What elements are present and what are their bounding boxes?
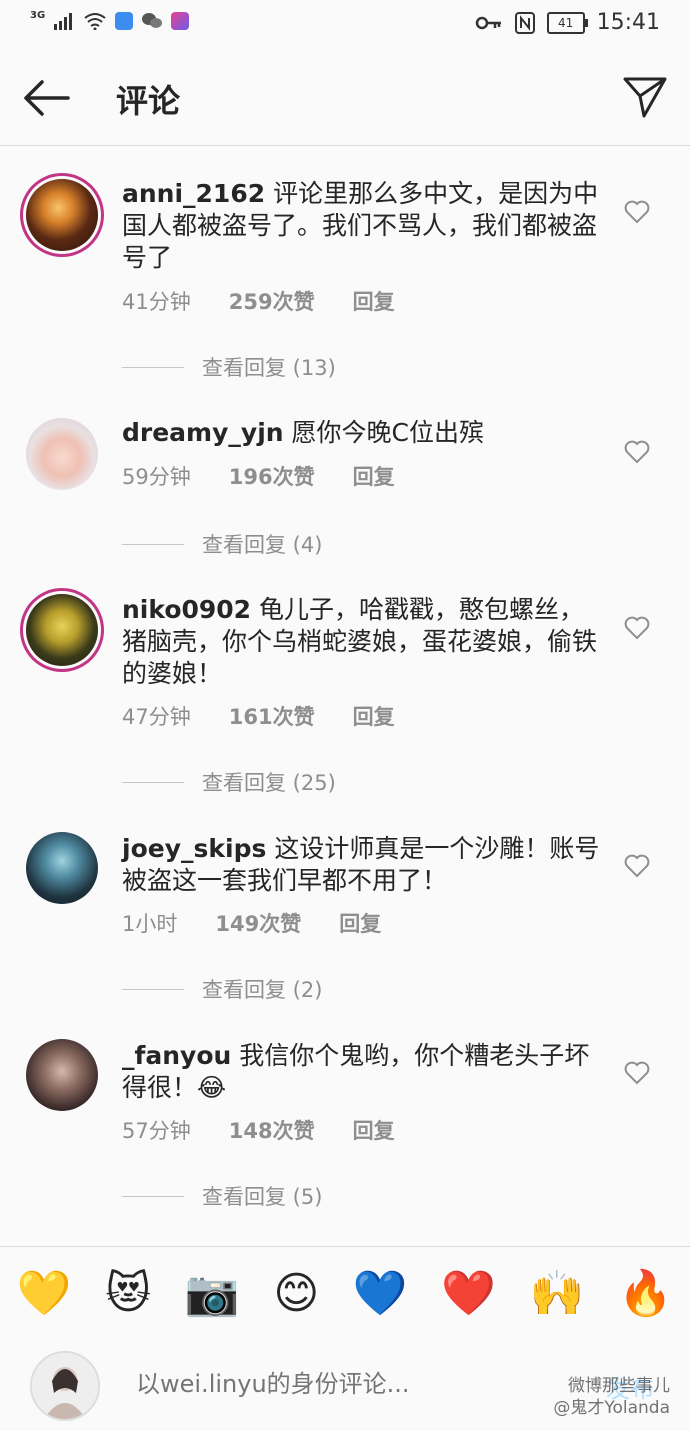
- divider-line: [122, 781, 184, 783]
- comment-likes[interactable]: 196次赞: [229, 461, 315, 491]
- divider-line: [122, 988, 184, 990]
- battery-level: 41: [557, 15, 574, 30]
- view-replies-label: 查看回复 (25): [202, 771, 336, 795]
- comment-body: _fanyou 我信你个鬼哟，你个糟老头子坏得很！😂: [122, 1040, 602, 1104]
- reply-button[interactable]: 回复: [353, 286, 395, 316]
- comment-likes[interactable]: 149次赞: [215, 908, 301, 938]
- clock: 15:41: [596, 10, 660, 35]
- network-type: 3G: [30, 9, 46, 21]
- reply-button[interactable]: 回复: [339, 908, 381, 938]
- smiling-face-emoji-icon[interactable]: 😊: [273, 1268, 319, 1319]
- comment-time: 57分钟: [122, 1119, 191, 1143]
- watermark-line-1: 微博那些事儿: [568, 1376, 670, 1396]
- like-heart-icon[interactable]: [624, 440, 650, 464]
- comment-time: 47分钟: [122, 705, 191, 729]
- avatar[interactable]: [26, 1039, 98, 1111]
- comment-body: joey_skips 这设计师真是一个沙雕！账号被盗这一套我们早都不用了！: [122, 833, 602, 897]
- comment-likes[interactable]: 161次赞: [229, 701, 315, 731]
- my-avatar: [30, 1351, 100, 1421]
- back-button[interactable]: [22, 78, 70, 118]
- view-replies-label: 查看回复 (4): [202, 533, 323, 557]
- view-replies-label: 查看回复 (13): [202, 356, 336, 380]
- user-avatar-icon: [32, 1353, 98, 1419]
- status-right: 41 15:41: [475, 10, 660, 35]
- camera-emoji-icon[interactable]: 📷: [185, 1267, 240, 1319]
- like-heart-icon[interactable]: [624, 1061, 650, 1085]
- divider-line: [122, 1195, 184, 1197]
- share-button[interactable]: [622, 74, 668, 120]
- like-heart-icon[interactable]: [624, 200, 650, 224]
- comment-username[interactable]: joey_skips: [122, 834, 266, 863]
- avatar[interactable]: [26, 594, 98, 666]
- like-heart-icon[interactable]: [624, 616, 650, 640]
- view-replies-button[interactable]: 查看回复 (2): [122, 974, 322, 1004]
- view-replies-button[interactable]: 查看回复 (25): [122, 767, 336, 797]
- view-replies-button[interactable]: 查看回复 (13): [122, 352, 336, 382]
- fire-emoji-icon[interactable]: 🔥: [618, 1267, 673, 1319]
- comment-username[interactable]: dreamy_yjn: [122, 418, 284, 447]
- reply-button[interactable]: 回复: [353, 461, 395, 491]
- view-replies-button[interactable]: 查看回复 (5): [122, 1181, 322, 1211]
- key-icon: [475, 16, 501, 29]
- back-arrow-icon: [24, 80, 70, 116]
- reply-button[interactable]: 回复: [353, 701, 395, 731]
- comment-body: anni_2162 评论里那么多中文，是因为中国人都被盗号了。我们不骂人，我们都…: [122, 178, 602, 274]
- raising-hands-emoji-icon[interactable]: 🙌: [530, 1267, 585, 1319]
- page-title: 评论: [116, 82, 181, 120]
- comment-username[interactable]: anni_2162: [122, 179, 265, 208]
- yellow-heart-emoji-icon[interactable]: 💛: [17, 1267, 72, 1319]
- heart-eyes-cat-emoji-icon[interactable]: 😻: [105, 1268, 151, 1319]
- reply-button[interactable]: 回复: [353, 1115, 395, 1145]
- signal-icon: [54, 13, 73, 30]
- watermark-line-2: @鬼才Yolanda: [553, 1398, 670, 1418]
- comment-meta: 41分钟 259次赞 回复: [122, 286, 395, 316]
- watermark: 微博那些事儿 @鬼才Yolanda: [553, 1375, 670, 1419]
- avatar[interactable]: [26, 179, 98, 251]
- divider-line: [122, 366, 184, 368]
- comment-meta: 59分钟 196次赞 回复: [122, 461, 395, 491]
- comment-body: niko0902 龟儿子，哈戳戳，憨包螺丝，猪脑壳，你个乌梢蛇婆娘，蛋花婆娘，偷…: [122, 594, 602, 690]
- avatar[interactable]: [26, 832, 98, 904]
- comment-meta: 1小时 149次赞 回复: [122, 908, 381, 938]
- comment-composer: 发布 微博那些事儿 @鬼才Yolanda: [0, 1339, 690, 1431]
- comment-body: dreamy_yjn 愿你今晚C位出殡: [122, 417, 602, 449]
- comment-username[interactable]: niko0902: [122, 595, 251, 624]
- blue-heart-emoji-icon[interactable]: 💙: [353, 1267, 408, 1319]
- wechat-icon: [142, 13, 163, 28]
- comment-time: 41分钟: [122, 290, 191, 314]
- comment-meta: 57分钟 148次赞 回复: [122, 1115, 395, 1145]
- shield-app-icon: [115, 12, 134, 30]
- nfc-icon: [514, 11, 535, 34]
- divider-line: [122, 543, 184, 545]
- wifi-icon: [84, 13, 106, 30]
- header: 评论: [0, 50, 690, 146]
- comment-likes[interactable]: 259次赞: [229, 286, 315, 316]
- like-heart-icon[interactable]: [624, 854, 650, 878]
- red-heart-emoji-icon[interactable]: ❤️: [441, 1267, 496, 1319]
- comment-username[interactable]: _fanyou: [122, 1041, 231, 1070]
- comment-likes[interactable]: 148次赞: [229, 1115, 315, 1145]
- paper-plane-icon: [623, 77, 667, 118]
- emoji-quick-bar: 💛 😻 📷 😊 💙 ❤️ 🙌 🔥: [0, 1246, 690, 1340]
- video-app-icon: [171, 12, 190, 30]
- comment-time: 59分钟: [122, 465, 191, 489]
- view-replies-label: 查看回复 (5): [202, 1185, 323, 1209]
- status-left: 3G: [30, 9, 190, 30]
- view-replies-button[interactable]: 查看回复 (4): [122, 529, 322, 559]
- comment-input[interactable]: [134, 1369, 578, 1399]
- status-bar: 3G 41 15:41: [0, 0, 690, 50]
- comment-time: 1小时: [122, 912, 178, 936]
- view-replies-label: 查看回复 (2): [202, 978, 323, 1002]
- comment-text: 愿你今晚C位出殡: [291, 418, 484, 447]
- comment-meta: 47分钟 161次赞 回复: [122, 701, 395, 731]
- battery-indicator: 41: [546, 11, 588, 34]
- avatar[interactable]: [26, 418, 98, 490]
